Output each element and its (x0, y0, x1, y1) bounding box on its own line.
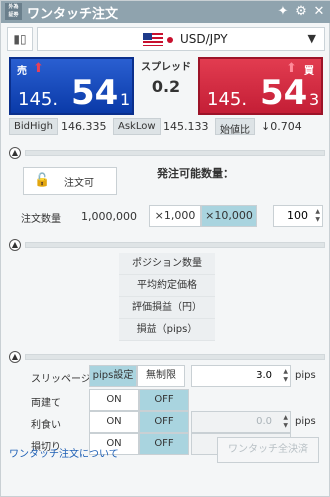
one-touch-order-panel: 外為 証券 ワンタッチ注文 ✦ ⚙ ✕ ▮▯ USD/JPY ▼ 売 ⬆ 145.… (0, 0, 330, 497)
bid-high-tag: BidHigh (9, 118, 58, 135)
sell-price-small: 145. (18, 89, 59, 110)
order-qty-row: 注文数量 1,000,000 ×1,000 ×10,000 100 ▲ ▼ (21, 205, 327, 227)
order-qty-input-value: 100 (287, 209, 308, 222)
lock-icon: 🔓 (34, 173, 51, 188)
slippage-unit: pips (295, 370, 316, 381)
spinner-icon[interactable]: ▲▼ (283, 414, 288, 430)
take-profit-label: 利食い (31, 420, 61, 431)
close-icon[interactable]: ✕ (311, 4, 327, 20)
section-bar (25, 242, 325, 248)
section-bar (25, 150, 325, 156)
one-touch-help-link[interactable]: ワンタッチ注文について (9, 445, 119, 460)
position-section-toggle[interactable]: ▲ (9, 239, 325, 251)
pair-row: ▮▯ USD/JPY ▼ (7, 27, 325, 51)
spinner-icon[interactable]: ▲▼ (315, 208, 320, 224)
change-value: ↓0.704 (261, 120, 302, 133)
spread-value: 0.2 (151, 77, 181, 96)
title-bar: 外為 証券 ワンタッチ注文 ✦ ⚙ ✕ (1, 1, 330, 23)
jp-flag-icon (167, 37, 173, 43)
collapse-icon[interactable]: ▲ (9, 239, 21, 251)
take-profit-value: 0.0 (256, 416, 272, 427)
unlimited-button[interactable]: 無制限 (137, 365, 185, 387)
stop-loss-off-button[interactable]: OFF (139, 433, 189, 455)
change-tag: 始値比 (215, 118, 255, 136)
currency-pair-label: USD/JPY (180, 32, 228, 46)
pin-icon[interactable]: ✦ (275, 4, 291, 20)
buy-price-tiny: 3 (309, 90, 320, 109)
ask-low-tag: AskLow (113, 118, 161, 135)
valuation-pl-row: 評価損益（円） (119, 297, 215, 319)
us-flag-icon (143, 33, 163, 46)
position-qty-row: ポジション数量 (119, 253, 215, 275)
collapse-icon[interactable]: ▲ (9, 147, 21, 159)
take-profit-on-button[interactable]: ON (89, 411, 139, 433)
order-lock-button[interactable]: 🔓 注文可 (23, 167, 117, 195)
currency-pair-select[interactable]: USD/JPY ▼ (37, 27, 325, 51)
order-qty-input[interactable]: 100 ▲ ▼ (273, 205, 323, 227)
available-qty-label: 発注可能数量： (157, 167, 234, 180)
ask-low-value: 145.133 (163, 120, 209, 133)
buy-price-big: 54 (260, 73, 308, 113)
order-lock-label: 注文可 (64, 178, 94, 189)
take-profit-off-button[interactable]: OFF (139, 411, 189, 433)
candlestick-icon[interactable]: ▮▯ (7, 27, 33, 51)
spinner-icon[interactable]: ▲▼ (283, 368, 288, 384)
spread-label: スプレッド (141, 62, 191, 73)
hedge-on-button[interactable]: ON (89, 389, 139, 411)
sell-label: 売 (17, 66, 27, 77)
pips-setting-button[interactable]: pips設定 (89, 365, 137, 387)
buy-price-small: 145. (207, 89, 248, 110)
order-qty-label: 注文数量 (21, 214, 61, 225)
section-bar (25, 354, 325, 360)
sell-price-big: 54 (71, 73, 119, 113)
app-logo: 外為 証券 (5, 3, 22, 20)
take-profit-input[interactable]: 0.0 ▲ ▼ (191, 411, 291, 433)
avg-price-row: 平均約定価格 (119, 275, 215, 297)
hedge-label: 両建て (31, 398, 61, 409)
slippage-row: スリッページ pips設定 無制限 3.0 ▲ ▼ pips (31, 365, 327, 387)
settings-section-toggle[interactable]: ▲ (9, 351, 325, 363)
take-profit-unit: pips (295, 416, 316, 427)
slippage-value: 3.0 (256, 370, 272, 381)
up-arrow-icon: ⬆ (33, 61, 44, 76)
slippage-label: スリッページ (31, 374, 91, 385)
multiplier-1000-button[interactable]: ×1,000 (149, 205, 201, 227)
hedge-off-button[interactable]: OFF (139, 389, 189, 411)
window-title: ワンタッチ注文 (27, 7, 119, 22)
order-section-toggle[interactable]: ▲ (9, 147, 325, 159)
multiplier-10000-button[interactable]: ×10,000 (201, 205, 257, 227)
rate-stats: BidHigh 146.335 AskLow 145.133 始値比 ↓0.70… (9, 118, 325, 136)
bid-high-value: 146.335 (61, 120, 107, 133)
take-profit-row: 利食い ON OFF 0.0 ▲ ▼ pips (31, 411, 327, 433)
sell-price-tiny: 1 (120, 90, 131, 109)
slippage-input[interactable]: 3.0 ▲ ▼ (191, 365, 291, 387)
order-qty-value: 1,000,000 (81, 210, 137, 223)
buy-button[interactable]: ⬆ 買 145. 54 3 (198, 57, 323, 115)
close-all-button[interactable]: ワンタッチ全決済 (217, 437, 319, 463)
settings-icon[interactable]: ⚙ (293, 4, 309, 20)
hedge-row: 両建て ON OFF (31, 389, 327, 411)
collapse-icon[interactable]: ▲ (9, 351, 21, 363)
sell-button[interactable]: 売 ⬆ 145. 54 1 (9, 57, 134, 115)
pips-pl-row: 損益（pips） (119, 319, 215, 341)
chevron-down-icon: ▼ (307, 32, 316, 45)
